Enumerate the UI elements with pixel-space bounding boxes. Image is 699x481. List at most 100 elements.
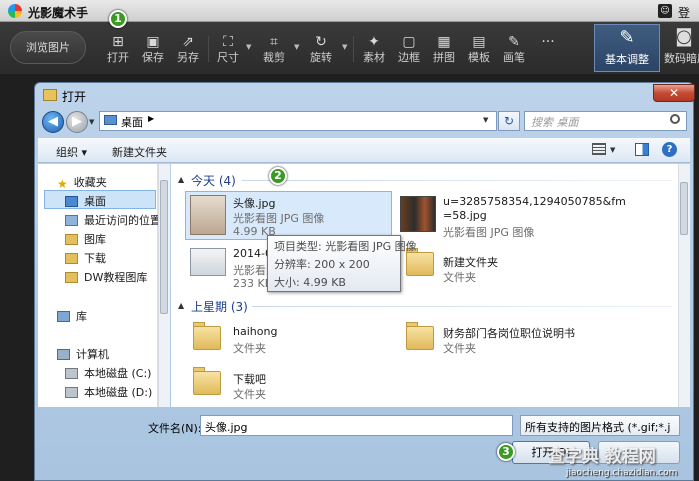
nav-item-libraries[interactable]: 库 <box>57 308 87 326</box>
tooltip-resolution: 分辨率: 200 x 200 <box>274 258 370 271</box>
chevron-down-icon[interactable]: ▼ <box>483 116 488 124</box>
chevron-down-icon[interactable]: ▼ <box>294 43 299 51</box>
folder-icon <box>65 234 78 245</box>
group-header-today[interactable]: 今天 (4) <box>191 172 236 189</box>
nav-item-drive-c[interactable]: 本地磁盘 (C:) <box>65 365 151 383</box>
help-icon[interactable]: ? <box>662 142 677 157</box>
folder-icon <box>43 89 57 101</box>
drive-icon <box>65 368 78 379</box>
folder-icon <box>65 272 78 283</box>
collapse-group-icon[interactable]: ▲ <box>178 175 184 184</box>
filetype-select[interactable]: 所有支持的图片格式 (*.gif;*.j <box>520 415 680 436</box>
nav-item-dw-lib[interactable]: DW教程图库 <box>65 269 147 287</box>
address-bar[interactable] <box>99 111 497 131</box>
save-tool-button[interactable]: ▣ 保存 <box>133 34 173 68</box>
view-options-icon[interactable] <box>592 143 606 155</box>
nav-item-recent[interactable]: 最近访问的位置 <box>65 212 161 230</box>
tab-basic-adjust[interactable]: ✎ 基本调整 <box>594 24 660 72</box>
folder-icon <box>65 253 78 264</box>
nav-item-desktop[interactable]: 桌面 <box>65 193 106 211</box>
save-as-tool-button[interactable]: ⇗ 另存 <box>168 34 208 68</box>
collage-tool-button[interactable]: ▦ 拼图 <box>424 34 464 68</box>
save-icon: ▣ <box>146 34 160 50</box>
save-as-icon: ⇗ <box>182 34 194 50</box>
rotate-tool-button[interactable]: ↻ 旋转 <box>301 34 341 68</box>
star-icon: ★ <box>57 177 68 191</box>
browse-images-button[interactable]: 浏览图片 <box>10 31 86 64</box>
open-tool-button[interactable]: ⊞ 打开 <box>98 34 138 68</box>
folder-name[interactable]: haihong <box>233 325 277 338</box>
chevron-down-icon[interactable]: ▼ <box>246 43 251 51</box>
nav-item-computer[interactable]: 计算机 <box>57 346 109 364</box>
chevron-down-icon[interactable]: ▼ <box>342 43 347 51</box>
resize-icon: ⛶ <box>223 34 233 50</box>
back-button[interactable]: ◀ <box>42 111 64 133</box>
tooltip-type: 项目类型: 光影看图 JPG 图像 <box>274 240 417 253</box>
more-tools-button[interactable]: ··· <box>528 34 568 68</box>
desktop-icon <box>104 115 117 125</box>
folder-name[interactable]: 新建文件夹 <box>443 254 498 270</box>
rotate-icon: ↻ <box>315 34 327 50</box>
template-icon: ▤ <box>472 34 486 50</box>
camera-icon: ◙ <box>675 26 693 47</box>
filename-input[interactable]: 头像.jpg <box>200 415 513 436</box>
material-tool-button[interactable]: ✦ 素材 <box>354 34 394 68</box>
file-name[interactable]: u=3285758354,1294050785&fm <box>443 195 626 208</box>
file-name: 头像.jpg <box>233 197 276 210</box>
chevron-right-icon[interactable]: ▶ <box>148 114 154 123</box>
app-title: 光影魔术手 <box>28 6 89 20</box>
file-thumbnail <box>190 248 226 276</box>
import-icon: ⊞ <box>112 34 124 50</box>
search-placeholder: 搜索 桌面 <box>531 116 579 129</box>
chevron-down-icon[interactable]: ▼ <box>610 146 615 154</box>
folder-name[interactable]: 下载吧 <box>233 371 266 387</box>
resize-tool-button[interactable]: ⛶ 尺寸 <box>208 34 248 68</box>
folder-icon <box>406 326 434 350</box>
step-marker-3: 3 <box>497 443 515 461</box>
nav-item-drive-d[interactable]: 本地磁盘 (D:) <box>65 384 152 402</box>
file-type: 光影看图 JPG 图像 <box>233 212 325 225</box>
border-tool-button[interactable]: ▢ 边框 <box>389 34 429 68</box>
filename-label: 文件名(N): <box>148 422 202 435</box>
file-name-continued[interactable]: =58.jpg <box>443 209 487 222</box>
file-thumbnail <box>400 196 436 232</box>
edit-icon: ✎ <box>619 27 635 48</box>
dialog-title: 打开 <box>62 90 87 104</box>
chevron-down-icon[interactable]: ▼ <box>89 118 94 126</box>
more-icon: ··· <box>541 34 555 50</box>
group-divider <box>252 306 672 307</box>
material-icon: ✦ <box>368 34 380 50</box>
crop-tool-button[interactable]: ⌗ 裁剪 <box>254 34 294 68</box>
close-button[interactable]: ✕ <box>653 84 695 102</box>
file-thumbnail <box>190 195 226 235</box>
folder-icon <box>193 326 221 350</box>
step-marker-1: 1 <box>109 10 127 28</box>
nav-item-favorites[interactable]: ★ 收藏夹 <box>57 174 107 192</box>
template-tool-button[interactable]: ▤ 模板 <box>459 34 499 68</box>
nav-scrollbar-thumb[interactable] <box>160 180 168 314</box>
folder-type: 文件夹 <box>443 342 476 355</box>
drive-icon <box>65 387 78 398</box>
address-breadcrumb[interactable]: 桌面 <box>121 114 143 130</box>
watermark-text: 查字典 教程网 <box>548 447 656 467</box>
folder-name[interactable]: 财务部门各岗位职位说明书 <box>443 325 575 341</box>
refresh-button[interactable]: ↻ <box>498 111 520 131</box>
app-titlebar <box>0 0 699 22</box>
group-header-last-week[interactable]: 上星期 (3) <box>191 298 248 315</box>
nav-item-downloads[interactable]: 下载 <box>65 250 106 268</box>
user-icon[interactable]: ☺ <box>658 4 672 18</box>
app-logo-icon <box>8 4 22 18</box>
new-folder-button[interactable]: 新建文件夹 <box>112 144 167 160</box>
file-type: 光影看图 JPG 图像 <box>443 226 535 239</box>
organize-menu-button[interactable]: 组织 ▾ <box>56 144 87 160</box>
preview-pane-icon[interactable] <box>635 143 649 156</box>
search-icon[interactable] <box>670 114 680 124</box>
nav-item-library-pics[interactable]: 图库 <box>65 231 106 249</box>
content-scrollbar-thumb[interactable] <box>680 182 688 235</box>
folder-icon <box>406 252 434 276</box>
collapse-group-icon[interactable]: ▲ <box>178 301 184 310</box>
tab-digital-darkroom[interactable]: ◙ 数码暗房 <box>664 24 699 72</box>
library-icon <box>57 311 70 322</box>
border-icon: ▢ <box>402 34 416 50</box>
forward-button[interactable]: ▶ <box>66 111 88 133</box>
